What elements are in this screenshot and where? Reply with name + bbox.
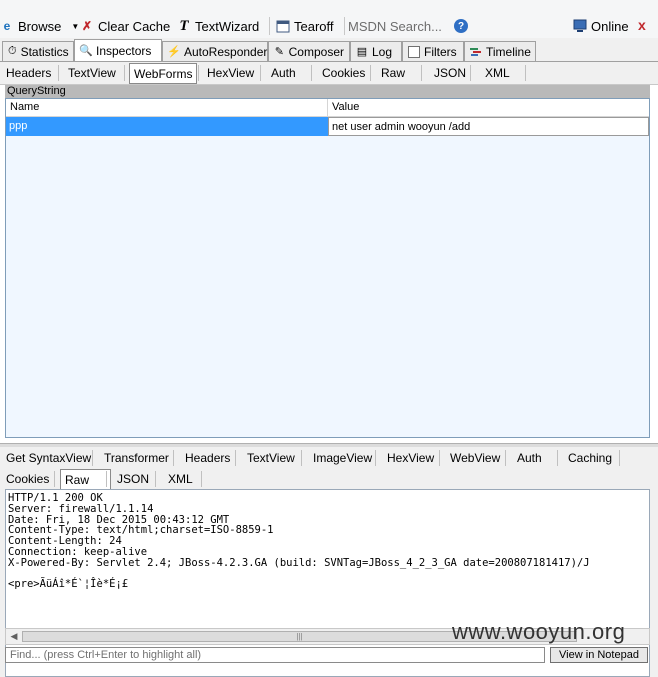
req-tab-webforms[interactable]: WebForms bbox=[129, 63, 198, 84]
browse-dropdown-icon[interactable]: ▼ bbox=[71, 22, 79, 31]
help-icon[interactable]: ? bbox=[454, 19, 468, 33]
browse-button[interactable]: e Browse ▼ bbox=[0, 16, 80, 36]
close-icon[interactable]: x bbox=[638, 17, 646, 33]
resp-tab-json[interactable]: JSON bbox=[117, 470, 149, 488]
column-header-name[interactable]: Name bbox=[6, 99, 328, 116]
toolbar-divider bbox=[269, 17, 270, 35]
resp-tab-imageview[interactable]: ImageView bbox=[313, 449, 372, 467]
textwizard-button[interactable]: T TextWizard bbox=[177, 16, 259, 36]
resp-tab-textview[interactable]: TextView bbox=[247, 449, 295, 467]
resp-tab-caching[interactable]: Caching bbox=[568, 449, 612, 467]
tearoff-icon bbox=[276, 19, 290, 33]
req-tab-cookies[interactable]: Cookies bbox=[322, 64, 365, 82]
textwizard-icon: T bbox=[179, 17, 189, 34]
req-tab-xml[interactable]: XML bbox=[485, 64, 510, 82]
stopwatch-icon: ⏱ bbox=[8, 45, 17, 57]
resp-tab-webview[interactable]: WebView bbox=[450, 449, 500, 467]
tab-autoresponder[interactable]: ⚡ AutoResponder bbox=[162, 41, 268, 61]
req-tab-textview[interactable]: TextView bbox=[68, 64, 116, 82]
tab-log[interactable]: ▤ Log bbox=[350, 41, 402, 61]
timeline-icon bbox=[470, 46, 482, 58]
querystring-grid[interactable]: Name Value ppp net user admin wooyun /ad… bbox=[5, 98, 650, 438]
table-row[interactable]: ppp net user admin wooyun /add bbox=[6, 117, 649, 136]
msdn-search-input[interactable]: MSDN Search... bbox=[348, 16, 448, 36]
tab-composer[interactable]: ✎ Composer bbox=[268, 41, 350, 61]
online-indicator[interactable]: Online bbox=[573, 16, 629, 36]
request-inspector: Headers TextView WebForms HexView Auth C… bbox=[0, 61, 658, 443]
magnifier-icon: 🔍 bbox=[79, 45, 93, 57]
tearoff-button[interactable]: Tearoff bbox=[276, 16, 334, 36]
req-tab-auth[interactable]: Auth bbox=[271, 64, 296, 82]
response-tab-strip-2: Cookies Raw JSON XML bbox=[0, 468, 658, 490]
column-header-value[interactable]: Value bbox=[328, 99, 649, 116]
checkbox-icon bbox=[408, 45, 420, 58]
req-tab-hexview[interactable]: HexView bbox=[207, 64, 254, 82]
response-tab-strip-1: Get SyntaxView Transformer Headers TextV… bbox=[0, 447, 658, 469]
log-icon: ▤ bbox=[356, 46, 368, 58]
online-icon bbox=[573, 19, 587, 33]
toolbar-divider bbox=[344, 17, 345, 35]
req-tab-headers[interactable]: Headers bbox=[6, 64, 51, 82]
req-tab-json[interactable]: JSON bbox=[434, 64, 466, 82]
req-tab-raw[interactable]: Raw bbox=[381, 64, 405, 82]
cell-name[interactable]: ppp bbox=[6, 117, 328, 136]
resp-tab-cookies[interactable]: Cookies bbox=[6, 470, 49, 488]
request-tab-strip: Headers TextView WebForms HexView Auth C… bbox=[0, 62, 658, 85]
resp-tab-syntaxview[interactable]: Get SyntaxView bbox=[6, 449, 91, 467]
toolbar: e Browse ▼ ✗ Clear Cache T TextWizard Te… bbox=[0, 0, 658, 38]
clear-cache-button[interactable]: ✗ Clear Cache bbox=[80, 16, 170, 36]
resp-tab-raw[interactable]: Raw bbox=[60, 469, 111, 490]
tab-inspectors[interactable]: 🔍 Inspectors bbox=[74, 39, 162, 61]
resp-tab-auth[interactable]: Auth bbox=[517, 449, 542, 467]
clear-cache-icon: ✗ bbox=[81, 19, 93, 33]
tab-filters[interactable]: Filters bbox=[402, 41, 464, 61]
querystring-header: QueryString bbox=[5, 85, 650, 98]
tab-statistics[interactable]: ⏱ Statistics bbox=[2, 41, 74, 61]
ie-icon: e bbox=[3, 19, 11, 33]
resp-tab-transformer[interactable]: Transformer bbox=[104, 449, 169, 467]
scroll-left-icon[interactable]: ◀ bbox=[7, 630, 21, 643]
tab-timeline[interactable]: Timeline bbox=[464, 41, 536, 61]
grid-header: Name Value bbox=[6, 99, 649, 117]
cell-value[interactable]: net user admin wooyun /add bbox=[328, 117, 649, 136]
watermark: www.wooyun.org bbox=[452, 619, 626, 644]
resp-tab-headers[interactable]: Headers bbox=[185, 449, 230, 467]
main-tab-strip: ⏱ Statistics 🔍 Inspectors ⚡ AutoResponde… bbox=[0, 39, 658, 61]
lightning-icon: ⚡ bbox=[167, 46, 181, 58]
resp-tab-xml[interactable]: XML bbox=[168, 470, 193, 488]
pencil-icon: ✎ bbox=[274, 46, 284, 58]
resp-tab-hexview[interactable]: HexView bbox=[387, 449, 434, 467]
